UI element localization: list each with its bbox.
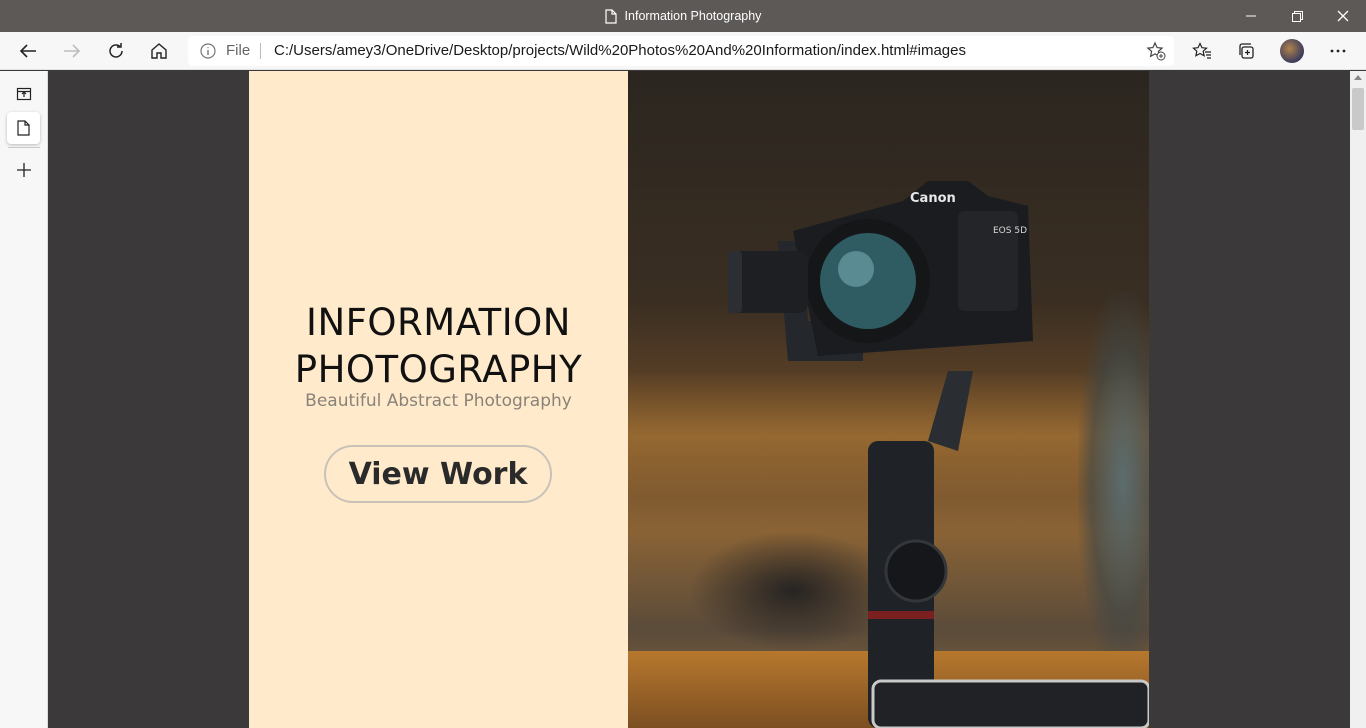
view-work-button[interactable]: View Work [324,445,552,503]
back-icon [19,44,36,58]
tab-actions-button[interactable] [7,78,40,110]
new-tab-button[interactable] [7,154,40,186]
tab-actions-icon [16,87,31,101]
sidebar-separator [8,147,40,148]
more-icon [1330,49,1346,53]
favorites-button[interactable] [1186,35,1218,67]
info-icon[interactable] [200,43,216,64]
home-icon [151,43,167,59]
minimize-icon [1246,15,1256,17]
camera-monitor [871,679,1149,728]
new-tab-icon [16,163,31,177]
hero-photo-camera: Canon EOS 5D [628,71,1149,728]
restore-button[interactable] [1274,0,1320,32]
close-button[interactable] [1320,0,1366,32]
close-icon [1337,10,1349,22]
minimize-button[interactable] [1228,0,1274,32]
address-separator [260,43,261,59]
favorites-icon [1192,42,1211,59]
gimbal-ring [868,611,934,619]
page-icon [17,120,30,136]
window-title: Information Photography [624,9,762,23]
vertical-scrollbar[interactable] [1350,71,1366,728]
page-viewport: INFORMATION PHOTOGRAPHY Beautiful Abstra… [48,71,1350,728]
back-button[interactable] [12,35,44,67]
add-favorite-icon[interactable] [1146,41,1166,66]
title-line-2: PHOTOGRAPHY [294,348,583,391]
camera-model-label: EOS 5D [993,226,1027,236]
lens-cap-ring [728,251,742,313]
hero-text-panel: INFORMATION PHOTOGRAPHY Beautiful Abstra… [249,71,628,728]
address-bar[interactable]: File C:/Users/amey3/OneDrive/Desktop/pro… [188,36,1174,66]
refresh-button[interactable] [100,35,132,67]
refresh-icon [109,43,123,58]
url-text[interactable]: C:/Users/amey3/OneDrive/Desktop/projects… [274,42,966,59]
restore-icon [1291,10,1303,22]
scrollbar-thumb[interactable] [1352,88,1364,130]
browser-toolbar: File C:/Users/amey3/OneDrive/Desktop/pro… [0,32,1366,70]
profile-avatar[interactable] [1280,39,1304,63]
window-title-wrap: Information Photography [0,0,1366,32]
scroll-up-icon[interactable] [1354,75,1362,80]
collections-icon [1239,43,1254,59]
camera-gimbal-illustration: Canon EOS 5D [728,181,1149,728]
forward-icon [64,44,81,58]
vertical-tabs-sidebar [0,71,48,728]
camera-brand-label: Canon [910,191,956,206]
home-button[interactable] [143,35,175,67]
title-bar: Information Photography [0,0,1366,32]
lens-reflection [838,251,874,287]
hero-section: INFORMATION PHOTOGRAPHY Beautiful Abstra… [249,71,1149,728]
page-title: INFORMATION PHOTOGRAPHY [249,299,628,393]
collections-button[interactable] [1230,35,1262,67]
scheme-label: File [226,42,251,59]
more-button[interactable] [1322,35,1354,67]
gimbal-arm [928,371,973,451]
current-tab[interactable] [7,112,40,144]
title-line-1: INFORMATION [306,301,571,344]
document-icon [604,8,617,24]
gimbal-dial [884,539,948,603]
forward-button[interactable] [56,35,88,67]
page-subtitle: Beautiful Abstract Photography [305,391,572,411]
